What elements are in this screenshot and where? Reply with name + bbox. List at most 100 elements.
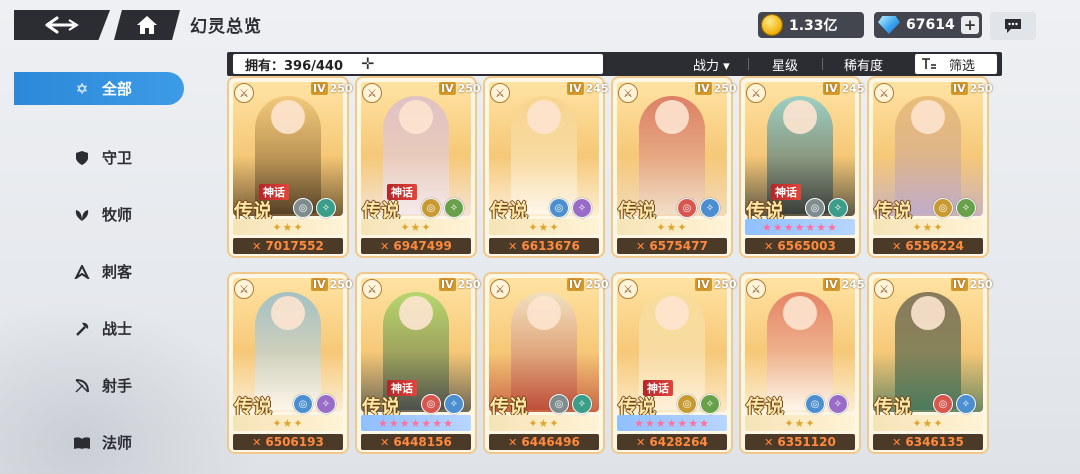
filter-button[interactable]: 筛选	[915, 54, 997, 74]
hero-level: 250	[585, 278, 609, 291]
hero-card[interactable]: ⚔ IV 250 传说 ◎ ✧ ✦★✦ ✕ 6346135	[869, 274, 993, 452]
class-badge-icon: ⚔	[490, 83, 510, 103]
level-badge: IV 250	[695, 278, 737, 291]
element-icon: ✧	[700, 394, 720, 414]
sidebar-item-guard[interactable]: 守卫	[14, 129, 184, 186]
element-icon: ✧	[956, 198, 976, 218]
trait-icons: ◎ ✧	[549, 198, 595, 218]
divider	[822, 58, 823, 70]
trait-icons: ◎ ✧	[549, 394, 595, 414]
hero-card[interactable]: ⚔ IV 250 神话 传说 ◎ ✧ ✦★✦ ✕ 7017552	[229, 78, 353, 256]
hero-card[interactable]: ⚔ IV 250 传说 ◎ ✧ ✦★✦ ✕ 6575477	[613, 78, 737, 256]
element-icon: ✧	[956, 394, 976, 414]
hero-level: 245	[841, 82, 865, 95]
power-value: 7017552	[265, 239, 324, 253]
divider	[748, 58, 749, 70]
gold-amount: 1.33亿	[789, 18, 838, 34]
hero-card[interactable]: ⚔ IV 250 传说 ◎ ✧ ✦★✦ ✕ 6506193	[229, 274, 353, 452]
hero-card[interactable]: ⚔ IV 250 神话 传说 ◎ ✧ ✦★✦ ✕ 6947499	[357, 78, 481, 256]
hero-level: 250	[969, 82, 993, 95]
home-button[interactable]	[114, 10, 180, 40]
hero-face	[911, 100, 945, 134]
sort-by-rarity[interactable]: 稀有度	[844, 55, 883, 74]
crossed-swords-icon: ✕	[892, 239, 902, 253]
tier-iv-icon: IV	[311, 82, 328, 95]
back-arrow-icon	[45, 16, 79, 34]
hero-face	[399, 296, 433, 330]
level-badge: IV 250	[311, 82, 353, 95]
faction-icon: ◎	[293, 198, 313, 218]
sidebar-item-assassin[interactable]: 刺客	[14, 243, 184, 300]
class-badge-icon: ⚔	[874, 279, 894, 299]
crossed-swords-icon: ✕	[764, 239, 774, 253]
chat-bubble-icon	[1005, 19, 1021, 33]
element-icon: ✧	[316, 394, 336, 414]
owned-count: 拥有：396/440 ✛	[233, 54, 603, 74]
book-icon	[72, 433, 92, 453]
hero-card[interactable]: ⚔ IV 250 神话 传说 ◎ ✧ ★★★★★★★ ✕ 6428264	[613, 274, 737, 452]
trait-icons: ◎ ✧	[293, 198, 339, 218]
priest-leaf-icon	[72, 205, 92, 225]
class-badge-icon: ⚔	[746, 83, 766, 103]
hero-card[interactable]: ⚔ IV 245 传说 ◎ ✧ ✦★✦ ✕ 6613676	[485, 78, 609, 256]
power-value: 6556224	[905, 239, 964, 253]
sidebar-item-label: 守卫	[102, 149, 133, 167]
faction-icon: ◎	[421, 198, 441, 218]
star-rank: ✦★✦	[873, 219, 983, 235]
hero-card[interactable]: ⚔ IV 245 神话 传说 ◎ ✧ ★★★★★★★ ✕ 6565003	[741, 78, 865, 256]
element-icon: ✧	[572, 198, 592, 218]
power-value: 6346135	[905, 435, 964, 449]
class-badge-icon: ⚔	[746, 279, 766, 299]
tier-iv-icon: IV	[951, 82, 968, 95]
sidebar-item-archer[interactable]: 射手	[14, 357, 184, 414]
bow-icon	[72, 376, 92, 396]
level-badge: IV 250	[439, 278, 481, 291]
sidebar-item-warrior[interactable]: 战士	[14, 300, 184, 357]
tier-iv-icon: IV	[823, 82, 840, 95]
faction-icon: ◎	[677, 198, 697, 218]
hero-level: 250	[713, 278, 737, 291]
power-value: 6506193	[265, 435, 324, 449]
sort-by-power[interactable]: 战力 ▾	[693, 55, 730, 74]
diamond-icon	[878, 16, 900, 34]
class-badge-icon: ⚔	[490, 279, 510, 299]
sidebar-item-priest[interactable]: 牧师	[14, 186, 184, 243]
element-icon: ✧	[444, 198, 464, 218]
star-rank: ★★★★★★★	[617, 415, 727, 431]
star-rank: ✦★✦	[361, 219, 471, 235]
owned-label: 拥有：396/440	[245, 58, 344, 74]
class-badge-icon: ⚔	[618, 83, 638, 103]
sort-by-star[interactable]: 星级	[772, 55, 798, 74]
element-icon: ✧	[316, 198, 336, 218]
power-value-bar: ✕ 6351120	[745, 434, 855, 450]
expand-plus-icon[interactable]: ✛	[361, 56, 374, 72]
sidebar-item-mage[interactable]: 法师	[14, 414, 184, 471]
hero-level: 250	[329, 278, 353, 291]
hero-card[interactable]: ⚔ IV 250 神话 传说 ◎ ✧ ★★★★★★★ ✕ 6448156	[357, 274, 481, 452]
hero-card[interactable]: ⚔ IV 245 传说 ◎ ✧ ✦★✦ ✕ 6351120	[741, 274, 865, 452]
sidebar-item-label: 法师	[102, 434, 133, 452]
axe-icon	[72, 319, 92, 339]
power-value: 6565003	[777, 239, 836, 253]
class-badge-icon: ⚔	[234, 279, 254, 299]
add-gems-button[interactable]: +	[961, 16, 979, 34]
element-icon: ✧	[444, 394, 464, 414]
star-rank: ✦★✦	[617, 219, 727, 235]
hero-level: 250	[329, 82, 353, 95]
level-badge: IV 250	[695, 82, 737, 95]
hero-face	[911, 296, 945, 330]
power-value-bar: ✕ 6565003	[745, 238, 855, 254]
back-button[interactable]	[14, 10, 110, 40]
sidebar-item-all[interactable]: ✡ 全部	[14, 72, 184, 105]
element-icon: ✧	[828, 198, 848, 218]
tier-iv-icon: IV	[695, 82, 712, 95]
star-rank: ✦★✦	[873, 415, 983, 431]
hero-card[interactable]: ⚔ IV 250 传说 ◎ ✧ ✦★✦ ✕ 6446496	[485, 274, 609, 452]
chat-button[interactable]	[990, 12, 1036, 40]
power-value: 6351120	[777, 435, 836, 449]
filter-icon	[922, 58, 936, 69]
filter-label: 筛选	[949, 58, 976, 74]
hero-card[interactable]: ⚔ IV 250 传说 ◎ ✧ ✦★✦ ✕ 6556224	[869, 78, 993, 256]
trait-icons: ◎ ✧	[805, 394, 851, 414]
tier-iv-icon: IV	[695, 278, 712, 291]
